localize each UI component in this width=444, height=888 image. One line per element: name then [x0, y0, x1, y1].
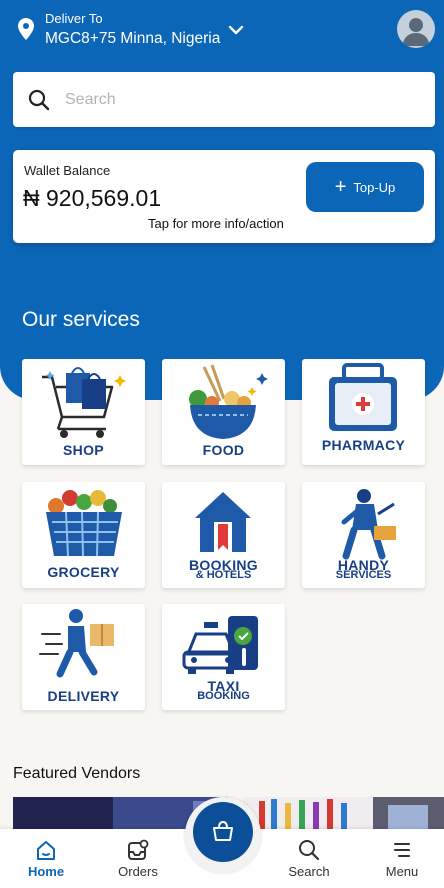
- home-icon: [37, 841, 55, 860]
- service-tile-taxi-booking[interactable]: TAXI BOOKING: [162, 604, 285, 710]
- service-label: DELIVERY: [47, 688, 120, 704]
- location-pin-icon: [18, 18, 34, 40]
- search-icon: [28, 89, 50, 111]
- search-input[interactable]: [65, 72, 415, 127]
- orders-icon: [128, 839, 149, 860]
- nav-label: Home: [27, 864, 65, 879]
- nav-orders[interactable]: Orders: [98, 829, 178, 888]
- wallet-balance-label: Wallet Balance: [24, 163, 111, 178]
- wallet-card[interactable]: Wallet Balance ₦ 920,569.01 Tap for more…: [13, 150, 435, 243]
- service-tile-grocery[interactable]: GROCERY: [22, 482, 145, 588]
- service-sublabel: SERVICES: [335, 569, 392, 581]
- featured-vendors-heading: Featured Vendors: [13, 765, 141, 782]
- shopping-bag-icon: [213, 820, 233, 841]
- wallet-balance-amount: ₦ 920,569.01: [23, 185, 162, 211]
- service-label: PHARMACY: [321, 437, 406, 453]
- services-heading: Our services: [22, 308, 140, 331]
- menu-icon: [394, 843, 410, 857]
- top-up-label: Top-Up: [353, 179, 396, 195]
- service-tile-shop[interactable]: SHOP: [22, 359, 145, 465]
- service-sublabel: & HOTELS: [195, 569, 252, 581]
- search-bar[interactable]: [13, 72, 435, 127]
- service-tile-delivery[interactable]: DELIVERY: [22, 604, 145, 710]
- service-tile-pharmacy[interactable]: PHARMACY: [302, 359, 425, 465]
- service-tile-food[interactable]: FOOD: [162, 359, 285, 465]
- user-avatar-icon: [402, 18, 430, 46]
- avatar[interactable]: [397, 10, 435, 48]
- nav-search[interactable]: Search: [269, 829, 349, 888]
- plus-icon: +: [334, 176, 347, 198]
- service-label: GROCERY: [47, 564, 120, 580]
- chevron-down-icon[interactable]: [228, 24, 244, 36]
- nav-label: Menu: [385, 864, 419, 879]
- delivery-address: MGC8+75 Minna, Nigeria: [45, 30, 221, 47]
- cart-button[interactable]: [193, 802, 253, 862]
- nav-menu[interactable]: Menu: [362, 829, 442, 888]
- nav-home[interactable]: Home: [6, 829, 86, 888]
- search-icon: [299, 840, 320, 861]
- top-up-button[interactable]: + Top-Up: [306, 162, 424, 212]
- wallet-info-text: Tap for more info/action: [148, 216, 284, 231]
- service-label: SHOP: [63, 442, 104, 458]
- deliver-to-label: Deliver To: [45, 11, 103, 26]
- service-sublabel: BOOKING: [197, 690, 250, 702]
- nav-label: Orders: [118, 864, 158, 879]
- service-tile-booking-hotels[interactable]: BOOKING & HOTELS: [162, 482, 285, 588]
- service-label: FOOD: [202, 442, 245, 458]
- nav-label: Search: [288, 864, 330, 879]
- service-tile-handy-services[interactable]: HANDY SERVICES: [302, 482, 425, 588]
